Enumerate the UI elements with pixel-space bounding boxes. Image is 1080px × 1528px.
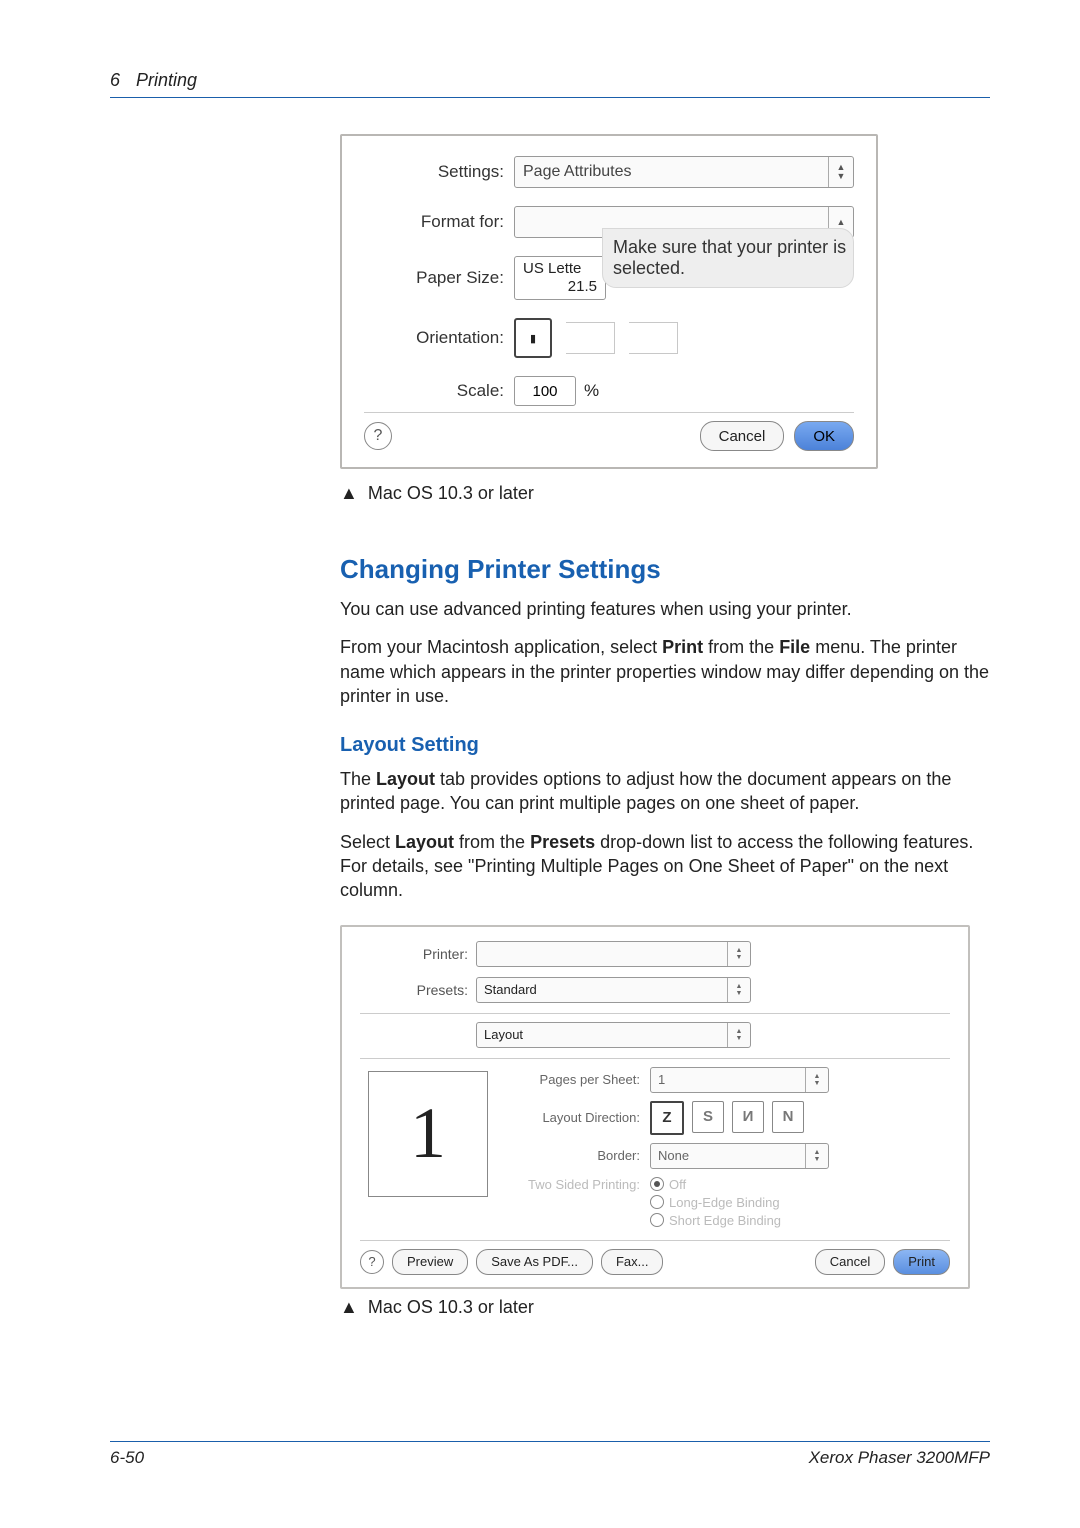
help-icon: ? [368,1254,375,1269]
pages-per-sheet-label: Pages per Sheet: [512,1072,650,1087]
header-rule [110,97,990,98]
chevron-updown-icon: ▲▼ [805,1144,828,1168]
scale-label: Scale: [364,381,514,401]
printer-label: Printer: [360,946,476,962]
product-name: Xerox Phaser 3200MFP [809,1448,990,1468]
figure1-caption: Mac OS 10.3 or later [368,483,534,504]
paragraph: Select Layout from the Presets drop-down… [340,830,990,903]
radio-icon [650,1177,664,1191]
zigzag-icon: S [703,1108,713,1125]
tooltip-callout: Make sure that your printer is selected. [602,228,854,288]
separator [360,1013,950,1014]
paragraph: The Layout tab provides options to adjus… [340,767,990,816]
zigzag-icon: Z [662,1109,671,1126]
section-heading: Changing Printer Settings [340,554,990,585]
radio-icon [650,1213,664,1227]
subsection-heading: Layout Setting [340,734,990,757]
paper-size-label: Paper Size: [364,268,514,288]
layout-direction-label: Layout Direction: [512,1110,650,1125]
pane-dropdown[interactable]: Layout▲▼ [476,1022,751,1048]
cancel-button[interactable]: Cancel [815,1249,885,1275]
triangle-icon: ▲ [340,1297,358,1318]
radio-icon [650,1195,664,1209]
page-number: 6-50 [110,1448,144,1468]
page-setup-dialog: Settings: Page Attributes ▲▼ Format for:… [340,134,878,469]
orientation-label: Orientation: [364,328,514,348]
border-dropdown[interactable]: None▲▼ [650,1143,829,1169]
portrait-icon: ▮ [530,332,536,345]
ok-button[interactable]: OK [794,421,854,451]
printer-dropdown[interactable]: ▲▼ [476,941,751,967]
zigzag-icon: N [783,1108,794,1125]
help-button[interactable]: ? [360,1250,384,1274]
separator [360,1058,950,1059]
chevron-updown-icon: ▲▼ [727,1023,750,1047]
layout-direction-3[interactable]: И [732,1101,764,1133]
scale-unit: % [584,381,599,401]
cancel-button[interactable]: Cancel [700,421,785,451]
help-icon: ? [374,427,383,445]
fax-button[interactable]: Fax... [601,1249,664,1275]
zigzag-icon: И [743,1108,754,1125]
scale-input[interactable] [514,376,576,406]
chevron-updown-icon: ▲▼ [805,1068,828,1092]
print-button[interactable]: Print [893,1249,950,1275]
tsp-long-radio[interactable]: Long-Edge Binding [650,1195,781,1210]
chevron-updown-icon: ▲▼ [828,157,853,187]
triangle-icon: ▲ [340,483,358,504]
figure2-caption: Mac OS 10.3 or later [368,1297,534,1318]
orientation-ghost [566,322,615,354]
border-label: Border: [512,1148,650,1163]
paper-size-dropdown[interactable]: US Lette 21.5 [514,256,606,300]
preview-button[interactable]: Preview [392,1249,468,1275]
chevron-updown-icon: ▲▼ [727,978,750,1002]
orientation-portrait-button[interactable]: ▮ [514,318,552,358]
save-as-pdf-button[interactable]: Save As PDF... [476,1249,593,1275]
separator [360,1240,950,1241]
chevron-updown-icon: ▲▼ [727,942,750,966]
page-footer: 6-50 Xerox Phaser 3200MFP [110,1441,990,1468]
pages-per-sheet-dropdown[interactable]: 1▲▼ [650,1067,829,1093]
layout-direction-1[interactable]: Z [650,1101,684,1135]
settings-label: Settings: [364,162,514,182]
tsp-off-radio[interactable]: Off [650,1177,781,1192]
running-header: 6 Printing [110,70,990,91]
chapter-number: 6 [110,70,120,91]
layout-preview: 1 [368,1071,488,1197]
paragraph: You can use advanced printing features w… [340,597,990,621]
orientation-ghost [629,322,678,354]
format-for-label: Format for: [364,212,514,232]
layout-direction-4[interactable]: N [772,1101,804,1133]
paragraph: From your Macintosh application, select … [340,635,990,708]
presets-label: Presets: [360,982,476,998]
chapter-title: Printing [136,70,197,91]
two-sided-label: Two Sided Printing: [512,1177,650,1192]
layout-direction-2[interactable]: S [692,1101,724,1133]
print-dialog: Printer: ▲▼ Presets: Standard▲▼ Layout▲▼… [340,925,970,1289]
settings-dropdown[interactable]: Page Attributes ▲▼ [514,156,854,188]
presets-dropdown[interactable]: Standard▲▼ [476,977,751,1003]
help-button[interactable]: ? [364,422,392,450]
tsp-short-radio[interactable]: Short Edge Binding [650,1213,781,1228]
